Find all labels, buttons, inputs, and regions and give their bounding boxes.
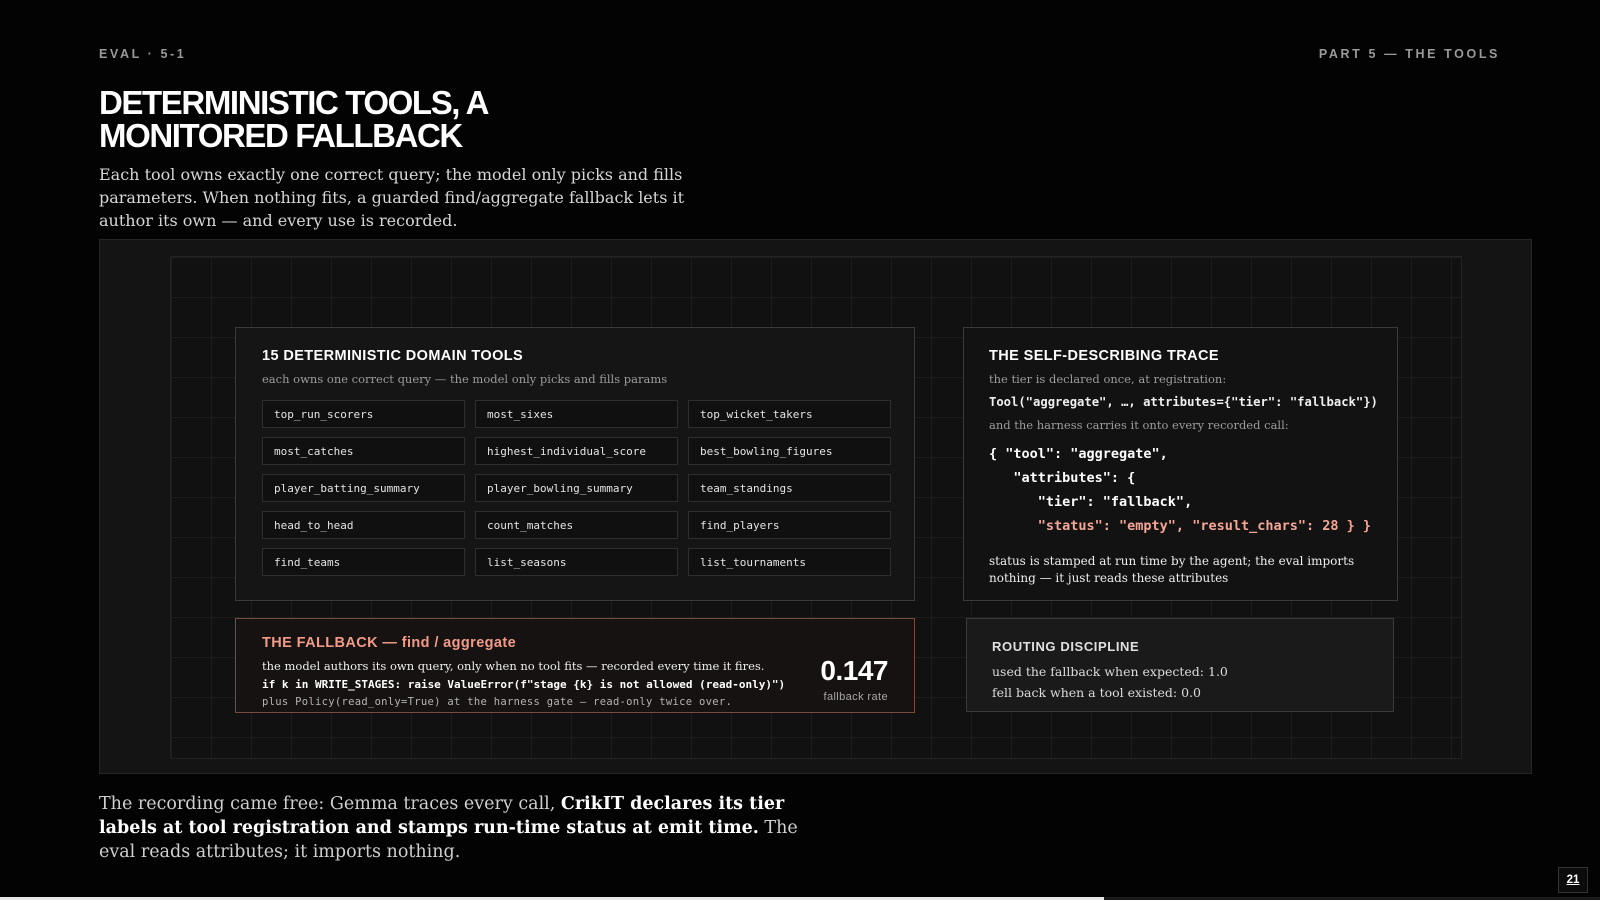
tool-chip: most_catches bbox=[262, 437, 465, 465]
routing-card: ROUTING DISCIPLINE used the fallback whe… bbox=[966, 618, 1394, 712]
tool-chip: top_run_scorers bbox=[262, 400, 465, 428]
tool-chip: most_sixes bbox=[475, 400, 678, 428]
lede-paragraph: Each tool owns exactly one correct query… bbox=[99, 165, 685, 230]
tool-chip: team_standings bbox=[688, 474, 891, 502]
tool-chip: player_bowling_summary bbox=[475, 474, 678, 502]
fallback-rate-value: 0.147 bbox=[820, 655, 888, 686]
part-eyebrow: PART 5 — THE TOOLS bbox=[1318, 47, 1500, 61]
trace-json-block: { "tool": "aggregate", "attributes": { "… bbox=[989, 442, 1371, 538]
json-line-1: { "tool": "aggregate", bbox=[989, 446, 1168, 462]
title-line-2: MONITORED FALLBACK bbox=[99, 117, 463, 154]
tool-chip: highest_individual_score bbox=[475, 437, 678, 465]
fallback-description: the model authors its own query, only wh… bbox=[262, 659, 765, 673]
tool-chip: count_matches bbox=[475, 511, 678, 539]
tool-chip: list_tournaments bbox=[688, 548, 891, 576]
tools-card-heading: 15 DETERMINISTIC DOMAIN TOOLS bbox=[262, 348, 524, 364]
fallback-card: THE FALLBACK — find / aggregate the mode… bbox=[235, 618, 915, 713]
json-line-3: "tier": "fallback", bbox=[989, 494, 1193, 510]
fallback-card-heading: THE FALLBACK — find / aggregate bbox=[262, 635, 517, 651]
fallback-rate-label: fallback rate bbox=[823, 691, 888, 703]
tools-card-subheading: each owns one correct query — the model … bbox=[262, 372, 668, 386]
page-number-button[interactable]: 21 bbox=[1558, 867, 1588, 893]
trace-registration-code: Tool("aggregate", …, attributes={"tier":… bbox=[989, 395, 1378, 409]
footer-paragraph: The recording came free: Gemma traces ev… bbox=[99, 792, 839, 864]
tool-chip: player_batting_summary bbox=[262, 474, 465, 502]
routing-expected-fallback: used the fallback when expected: 1.0 bbox=[992, 664, 1228, 679]
tool-grid: top_run_scorers most_sixes top_wicket_take… bbox=[262, 400, 891, 576]
routing-unneeded-fallback: fell back when a tool existed: 0.0 bbox=[992, 685, 1201, 700]
trace-card-heading: THE SELF-DESCRIBING TRACE bbox=[989, 348, 1219, 364]
json-line-4-status: "status": "empty", "result_chars": 28 } … bbox=[989, 518, 1372, 534]
tool-chip: list_seasons bbox=[475, 548, 678, 576]
fallback-policy-note: plus Policy(read_only=True) at the harne… bbox=[262, 696, 733, 708]
trace-note: status is stamped at run time by the age… bbox=[989, 554, 1355, 585]
footer-text-1: The recording came free: Gemma traces ev… bbox=[99, 794, 561, 814]
section-eyebrow: EVAL · 5-1 bbox=[99, 47, 187, 61]
trace-line-registration-intro: the tier is declared once, at registrati… bbox=[989, 372, 1227, 386]
json-line-2: "attributes": { bbox=[989, 470, 1136, 486]
tool-chip: top_wicket_takers bbox=[688, 400, 891, 428]
tool-chip: find_players bbox=[688, 511, 891, 539]
trace-line-harness-intro: and the harness carries it onto every re… bbox=[989, 418, 1289, 432]
tools-card: 15 DETERMINISTIC DOMAIN TOOLS each owns … bbox=[235, 327, 915, 601]
tool-chip: best_bowling_figures bbox=[688, 437, 891, 465]
trace-card: THE SELF-DESCRIBING TRACE the tier is de… bbox=[963, 327, 1398, 601]
page-title: DETERMINISTIC TOOLS, A MONITORED FALLBAC… bbox=[99, 86, 659, 152]
tool-chip: find_teams bbox=[262, 548, 465, 576]
fallback-guard-code: if k in WRITE_STAGES: raise ValueError(f… bbox=[262, 678, 786, 691]
title-line-1: DETERMINISTIC TOOLS, A bbox=[99, 84, 489, 121]
tool-chip: head_to_head bbox=[262, 511, 465, 539]
routing-card-heading: ROUTING DISCIPLINE bbox=[992, 639, 1140, 654]
